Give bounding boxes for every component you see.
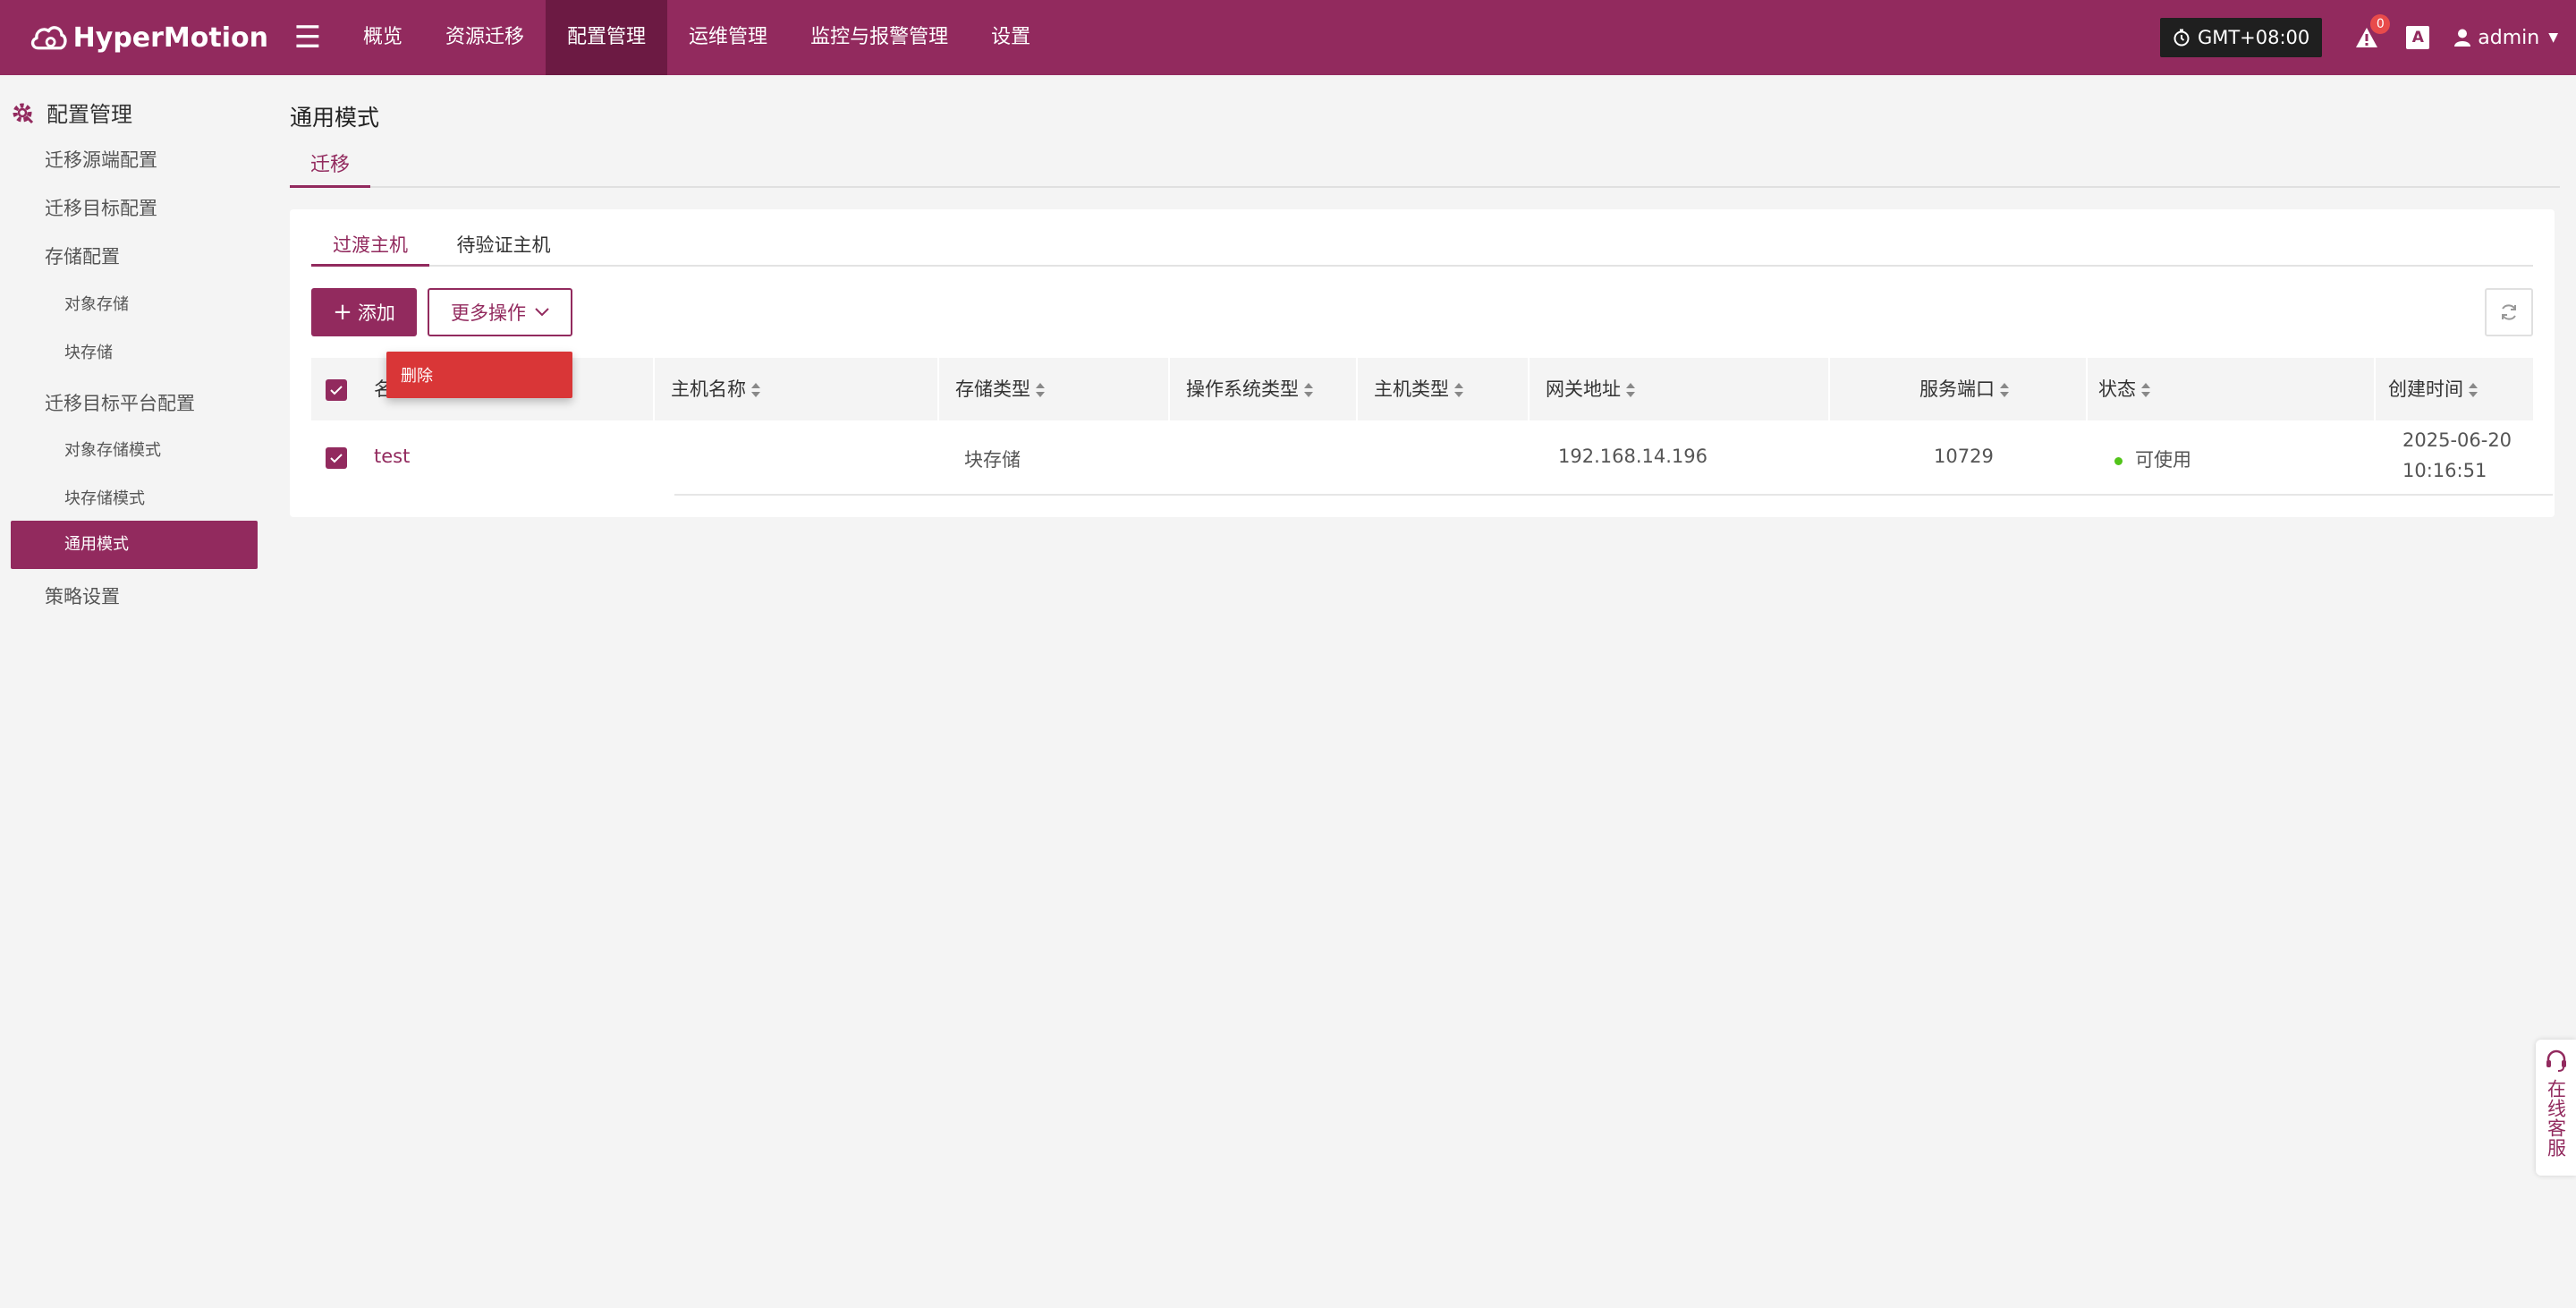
timezone-button[interactable]: GMT+08:00 xyxy=(2159,18,2323,57)
tab-pending-verification-host[interactable]: 待验证主机 xyxy=(447,225,560,267)
sort-icon xyxy=(751,383,760,397)
sidebar-item-target-platform-config[interactable]: 迁移目标平台配置 xyxy=(11,379,258,428)
page-title: 通用模式 xyxy=(290,105,380,131)
column-header-status[interactable]: 状态 xyxy=(2098,358,2150,420)
sidebar-title: 配置管理 xyxy=(11,97,132,128)
alert-button[interactable]: 0 xyxy=(2354,14,2391,50)
column-header-storage-type[interactable]: 存储类型 xyxy=(955,358,1045,420)
sidebar-item-general-mode[interactable]: 通用模式 xyxy=(11,521,258,569)
brand-name: HyperMotion xyxy=(72,21,268,54)
content-card: 过渡主机 待验证主机 + 添加 更多操作 名称 主机名称 存储类型 操作系统类型… xyxy=(290,209,2555,517)
sidebar-title-label: 配置管理 xyxy=(47,102,132,127)
cell-port: 10729 xyxy=(1934,446,1994,467)
alert-count-badge: 0 xyxy=(2370,14,2391,34)
nav-item-monitoring-alerts[interactable]: 监控与报警管理 xyxy=(789,0,970,75)
more-actions-button[interactable]: 更多操作 xyxy=(428,288,572,336)
sidebar-item-object-storage-mode[interactable]: 对象存储模式 xyxy=(11,427,258,475)
online-service-button[interactable]: 在线客服 xyxy=(2536,1040,2576,1176)
username: admin xyxy=(2478,26,2540,49)
timezone-label: GMT+08:00 xyxy=(2197,27,2310,48)
language-icon[interactable]: A xyxy=(2406,26,2430,49)
column-header-hostname[interactable]: 主机名称 xyxy=(671,358,760,420)
sub-tabs: 过渡主机 待验证主机 xyxy=(311,225,2533,267)
sort-icon xyxy=(1626,383,1635,397)
cell-storage-type: 块存储 xyxy=(964,449,1021,471)
sidebar-item-policy-settings[interactable]: 策略设置 xyxy=(11,573,258,621)
add-button-label: 添加 xyxy=(357,302,395,324)
nav-item-config-management[interactable]: 配置管理 xyxy=(546,0,668,75)
online-service-label: 在线客服 xyxy=(2545,1079,2567,1158)
table-header: 名称 主机名称 存储类型 操作系统类型 主机类型 网关地址 服务端口 状态 创建… xyxy=(311,358,2533,420)
cell-name[interactable]: test xyxy=(374,446,410,467)
nav-item-overview[interactable]: 概览 xyxy=(342,0,424,75)
menu-toggle-icon[interactable]: ☰ xyxy=(281,20,335,55)
status-label: 可使用 xyxy=(2135,449,2191,471)
top-navigation-bar: HyperMotion ☰ 概览 资源迁移 配置管理 运维管理 监控与报警管理 … xyxy=(0,0,2576,75)
tab-migration[interactable]: 迁移 xyxy=(290,145,370,188)
status-dot-icon xyxy=(2114,456,2123,465)
user-icon xyxy=(2454,29,2471,47)
check-icon xyxy=(330,454,343,463)
chevron-down-icon: ▼ xyxy=(2548,30,2558,45)
sidebar-item-object-storage[interactable]: 对象存储 xyxy=(11,281,258,329)
select-all-checkbox[interactable] xyxy=(326,379,347,401)
column-header-os-type[interactable]: 操作系统类型 xyxy=(1186,358,1313,420)
cell-created-time: 10:16:51 xyxy=(2402,460,2487,481)
more-actions-label: 更多操作 xyxy=(451,302,526,324)
sort-icon xyxy=(2000,383,2009,397)
chevron-down-icon xyxy=(535,308,549,317)
tab-transition-host[interactable]: 过渡主机 xyxy=(311,225,429,267)
sort-icon xyxy=(1454,383,1463,397)
sidebar-item-source-config[interactable]: 迁移源端配置 xyxy=(11,136,258,184)
sort-icon xyxy=(2469,383,2478,397)
cell-gateway: 192.168.14.196 xyxy=(1558,446,1707,467)
headset-icon xyxy=(2546,1049,2566,1072)
plus-icon: + xyxy=(333,299,352,326)
nav-item-settings[interactable]: 设置 xyxy=(970,0,1052,75)
dropdown-delete-item[interactable]: 删除 xyxy=(386,352,572,398)
cell-status: 可使用 xyxy=(2114,446,2191,472)
table-row[interactable]: test 块存储 192.168.14.196 10729 可使用 2025-0… xyxy=(311,420,2533,496)
refresh-icon xyxy=(2502,304,2516,320)
check-icon xyxy=(330,386,343,395)
column-header-host-type[interactable]: 主机类型 xyxy=(1374,358,1463,420)
user-menu[interactable]: admin ▼ xyxy=(2454,27,2558,49)
column-header-gateway[interactable]: 网关地址 xyxy=(1546,358,1635,420)
row-divider xyxy=(674,494,2553,496)
nav-item-resource-migration[interactable]: 资源迁移 xyxy=(424,0,546,75)
brand[interactable]: HyperMotion xyxy=(29,12,268,64)
add-button[interactable]: + 添加 xyxy=(311,288,417,336)
main-nav: 概览 资源迁移 配置管理 运维管理 监控与报警管理 设置 xyxy=(342,0,1052,75)
cloud-logo-icon xyxy=(30,26,67,50)
sidebar: 配置管理 迁移源端配置 迁移目标配置 存储配置 对象存储 块存储 迁移目标平台配… xyxy=(0,75,268,1308)
header-actions: GMT+08:00 0 A admin ▼ xyxy=(2159,0,2558,75)
row-checkbox[interactable] xyxy=(326,447,347,469)
sort-icon xyxy=(2141,383,2150,397)
gear-settings-icon xyxy=(13,103,34,123)
sidebar-item-target-config[interactable]: 迁移目标配置 xyxy=(11,184,258,233)
column-header-port[interactable]: 服务端口 xyxy=(1919,358,2009,420)
nav-item-operations[interactable]: 运维管理 xyxy=(667,0,789,75)
refresh-button[interactable] xyxy=(2485,288,2533,336)
sort-icon xyxy=(1036,383,1045,397)
sidebar-item-storage-config[interactable]: 存储配置 xyxy=(11,233,258,281)
column-header-created-time[interactable]: 创建时间 xyxy=(2388,358,2478,420)
sidebar-item-block-storage[interactable]: 块存储 xyxy=(11,329,258,378)
page-tabs: 迁移 xyxy=(290,145,2560,188)
clock-icon xyxy=(2174,29,2190,47)
sort-icon xyxy=(1304,383,1313,397)
cell-created-date: 2025-06-20 xyxy=(2402,429,2512,451)
sidebar-item-block-storage-mode[interactable]: 块存储模式 xyxy=(11,475,258,523)
